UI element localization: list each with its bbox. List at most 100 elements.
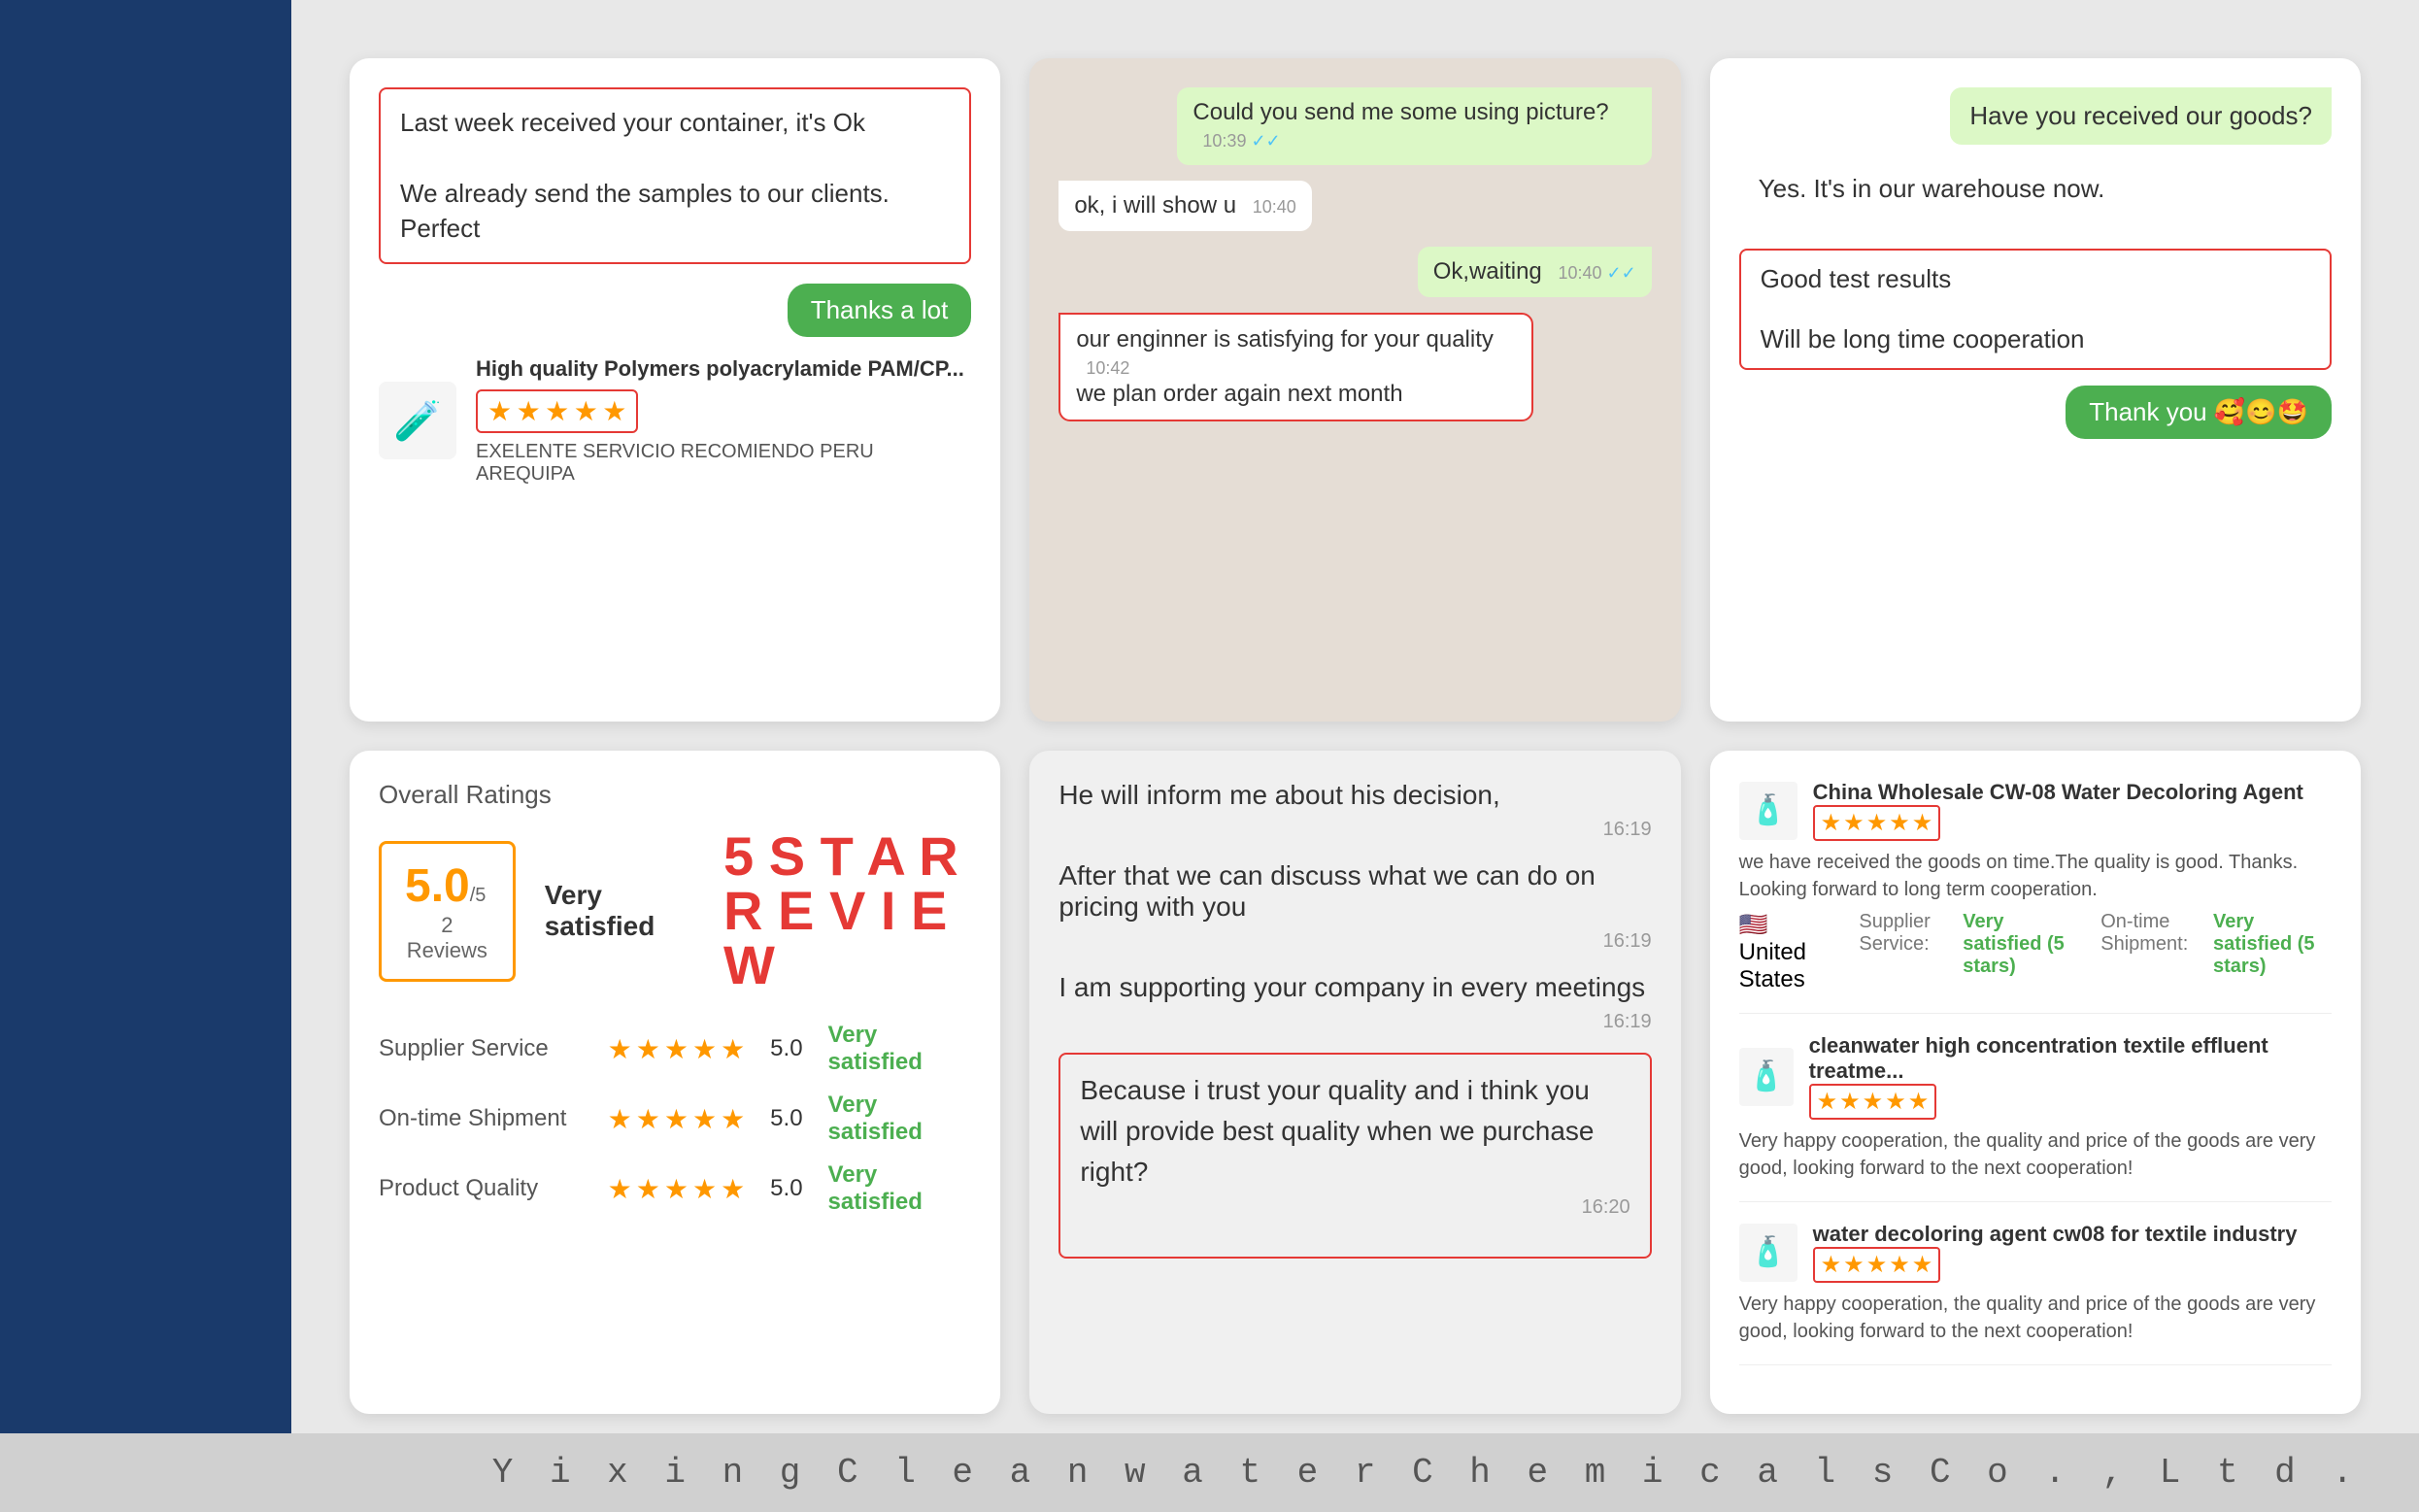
card-warehouse-chat: Have you received our goods? Yes. It's i… <box>1710 58 2361 722</box>
r-star-2-1: ★ <box>1817 1088 1838 1116</box>
product-thumb-1: 🧴 <box>1739 782 1797 840</box>
msg-time-2: 10:40 <box>1253 197 1296 217</box>
rating-row-supplier: Supplier Service ★ ★ ★ ★ ★ 5.0 Very sati… <box>379 1022 971 1076</box>
star-3: ★ <box>545 396 569 426</box>
review-stars-2: ★ ★ ★ ★ ★ <box>1809 1084 1937 1120</box>
chat-text-will-show: ok, i will show u <box>1074 192 1236 218</box>
r-star-3-1: ★ <box>1821 1251 1842 1279</box>
bubble-thank-you: Thank you 🥰😊🤩 <box>2066 386 2332 439</box>
bubble-received-goods: Have you received our goods? <box>1950 87 2332 145</box>
review-header-1: 🧴 China Wholesale CW-08 Water Decoloring… <box>1739 780 2332 841</box>
msg-time-3: 16:19 <box>1058 1011 1651 1033</box>
star-s1: ★ <box>608 1033 632 1065</box>
msg-time-4: 10:42 <box>1086 358 1129 378</box>
star-sh4: ★ <box>692 1103 717 1135</box>
rating-label-supplier: Supplier Service <box>379 1035 592 1062</box>
chat-message-sent-2: Ok,waiting 10:40 <box>1058 247 1651 297</box>
product-section: 🧪 High quality Polymers polyacrylamide P… <box>379 356 971 486</box>
review-product-info-3: water decoloring agent cw08 for textile … <box>1813 1222 2298 1283</box>
msg-time-3: 10:40 <box>1558 263 1635 283</box>
score-number: 5.0 <box>405 859 470 913</box>
chat-bubble-thanks: Thanks a lot <box>788 284 972 337</box>
star-s5: ★ <box>721 1033 745 1065</box>
review-header-3: 🧴 water decoloring agent cw08 for textil… <box>1739 1222 2332 1283</box>
star-q1: ★ <box>608 1173 632 1205</box>
ratings-main: 5.0 /5 2 Reviews Very satisfied 5 S T A … <box>379 829 971 992</box>
r-star-3-5: ★ <box>1912 1251 1933 1279</box>
chat-text-trust: Because i trust your quality and i think… <box>1080 1075 1594 1187</box>
review-3: 🧴 water decoloring agent cw08 for textil… <box>1739 1222 2332 1365</box>
rating-row-quality: Product Quality ★ ★ ★ ★ ★ 5.0 Very satis… <box>379 1161 971 1216</box>
five-star-text-2: R E V I E W <box>723 884 971 992</box>
bubble-could-you: Could you send me some using picture? 10… <box>1177 87 1651 165</box>
country-flag-1: 🇺🇸 United States <box>1739 911 1840 993</box>
chat-msg-3: I am supporting your company in every me… <box>1058 972 1651 1003</box>
review-product-name-2: cleanwater high concentration textile ef… <box>1809 1033 2332 1084</box>
rating-label-shipment: On-time Shipment <box>379 1105 592 1132</box>
rating-stars-supplier: ★ ★ ★ ★ ★ <box>608 1033 746 1065</box>
chat-text-long-time: Will be long time cooperation <box>1761 324 2310 354</box>
sidebar <box>0 0 291 1433</box>
review-stars-3: ★ ★ ★ ★ ★ <box>1813 1247 1941 1283</box>
product-origin: EXELENTE SERVICIO RECOMIENDO PERU AREQUI… <box>476 441 971 486</box>
r-star-2-5: ★ <box>1908 1088 1930 1116</box>
rating-row-shipment: On-time Shipment ★ ★ ★ ★ ★ 5.0 Very sati… <box>379 1092 971 1146</box>
msg-time-1: 16:19 <box>1058 819 1651 841</box>
star-q4: ★ <box>692 1173 717 1205</box>
footer: Y i x i n g C l e a n w a t e r C h e m … <box>0 1433 2419 1512</box>
chat-text-engineer: our enginner is satisfying for your qual… <box>1076 326 1494 353</box>
chat-message-sent-1: Could you send me some using picture? 10… <box>1058 87 1651 165</box>
meta-value-ontime: Very satisfied (5 stars) <box>2213 911 2332 993</box>
r-star-2-3: ★ <box>1863 1088 1884 1116</box>
review-stars-1: ★ ★ ★ ★ ★ <box>1813 805 1941 841</box>
content-area: Last week received your container, it's … <box>291 0 2419 1433</box>
msg-block-1: He will inform me about his decision, 16… <box>1058 780 1651 841</box>
r-star-3-2: ★ <box>1843 1251 1865 1279</box>
rating-label-quality: Product Quality <box>379 1175 592 1202</box>
r-star-1-5: ★ <box>1912 809 1933 837</box>
company-name: Y i x i n g C l e a n w a t e r C h e m … <box>58 1453 2361 1493</box>
score-suffix: /5 <box>470 885 487 907</box>
meta-label-ontime: On-time Shipment: <box>2100 911 2194 993</box>
rating-score-supplier: 5.0 <box>770 1035 802 1062</box>
review-product-name-1: China Wholesale CW-08 Water Decoloring A… <box>1813 780 2303 805</box>
card-negotiation-chat: He will inform me about his decision, 16… <box>1029 751 1680 1414</box>
review-meta-1: 🇺🇸 United States Supplier Service: Very … <box>1739 911 2332 993</box>
msg-block-2: After that we can discuss what we can do… <box>1058 860 1651 953</box>
chat-text-order: we plan order again next month <box>1076 381 1402 407</box>
chat-text-2: We already send the samples to our clien… <box>400 176 950 247</box>
rating-satisfied-quality: Very satisfied <box>828 1161 972 1216</box>
meta-label-supplier: Supplier Service: <box>1859 911 1943 993</box>
star-sh5: ★ <box>721 1103 745 1135</box>
r-star-1-3: ★ <box>1866 809 1888 837</box>
product-thumb-2: 🧴 <box>1739 1048 1794 1106</box>
product-image: 🧪 <box>379 382 456 459</box>
msg-time-1: 10:39 <box>1202 131 1280 151</box>
star-q3: ★ <box>664 1173 689 1205</box>
card-chat-rating: Last week received your container, it's … <box>350 58 1000 722</box>
star-4: ★ <box>574 396 598 426</box>
product-name: High quality Polymers polyacrylamide PAM… <box>476 356 971 382</box>
star-s2: ★ <box>636 1033 660 1065</box>
rating-score-shipment: 5.0 <box>770 1105 802 1132</box>
msg-time-4: 16:20 <box>1080 1193 1629 1222</box>
chat-msg-1: He will inform me about his decision, <box>1058 780 1651 811</box>
rating-satisfied-supplier: Very satisfied <box>828 1022 972 1076</box>
msg-block-3: I am supporting your company in every me… <box>1058 972 1651 1033</box>
score-box: 5.0 /5 2 Reviews <box>379 841 516 982</box>
chat-text-good-test: Good test results <box>1761 264 2310 294</box>
review-product-name-3: water decoloring agent cw08 for textile … <box>1813 1222 2298 1247</box>
chat-message-received-1: ok, i will show u 10:40 <box>1058 181 1651 231</box>
r-star-2-2: ★ <box>1839 1088 1861 1116</box>
rating-stars-shipment: ★ ★ ★ ★ ★ <box>608 1103 746 1135</box>
star-q5: ★ <box>721 1173 745 1205</box>
card-overall-ratings: Overall Ratings 5.0 /5 2 Reviews Very sa… <box>350 751 1000 1414</box>
rating-satisfied-shipment: Very satisfied <box>828 1092 972 1146</box>
five-star-text-1: 5 S T A R <box>723 829 971 884</box>
card-product-reviews: 🧴 China Wholesale CW-08 Water Decoloring… <box>1710 751 2361 1414</box>
r-star-3-3: ★ <box>1866 1251 1888 1279</box>
chat-text-1: Last week received your container, it's … <box>400 105 950 140</box>
r-star-1-2: ★ <box>1843 809 1865 837</box>
star-sh1: ★ <box>608 1103 632 1135</box>
review-1: 🧴 China Wholesale CW-08 Water Decoloring… <box>1739 780 2332 1014</box>
